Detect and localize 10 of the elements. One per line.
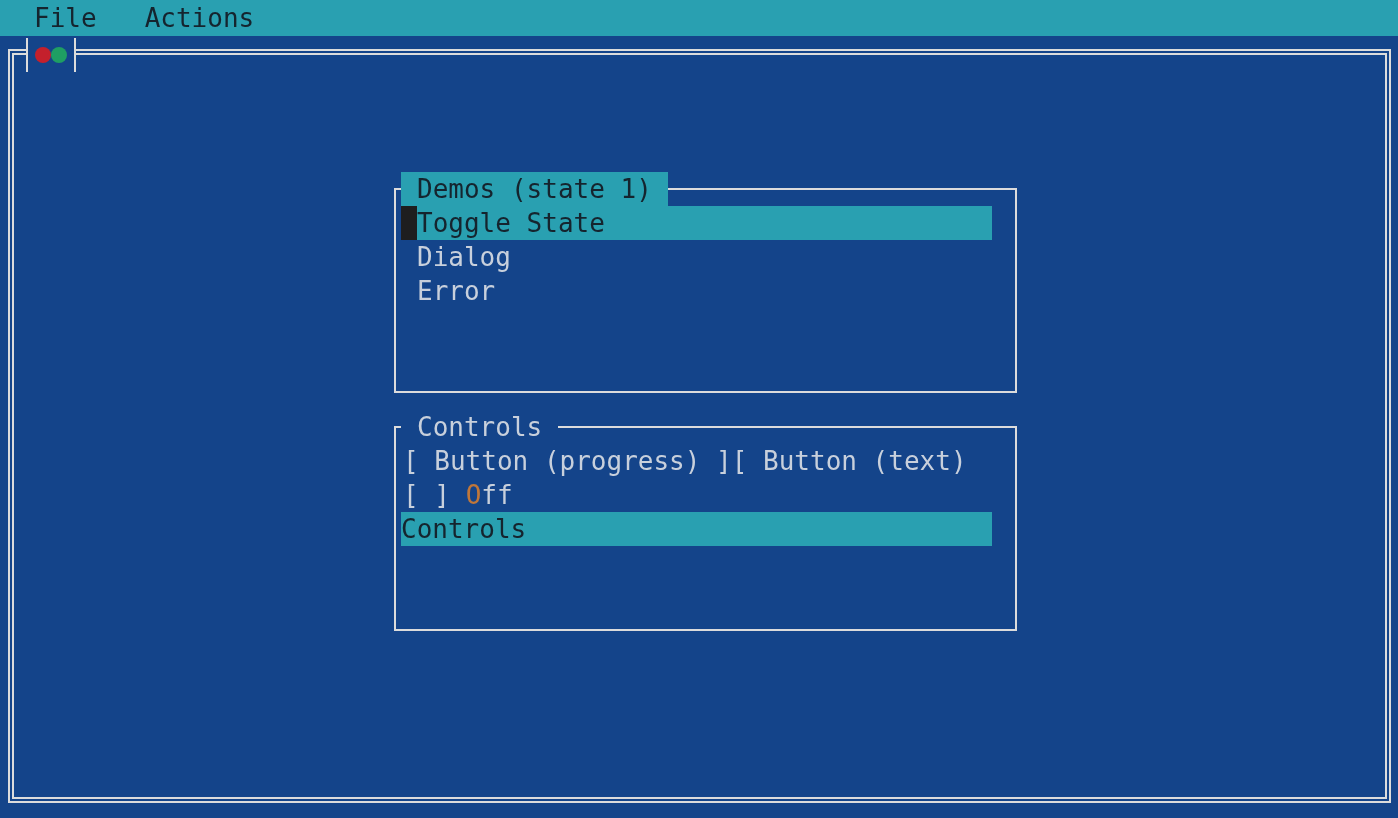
checkbox[interactable]: [ ] Off [403, 478, 513, 512]
text-button[interactable]: [ Button (progress) ] [403, 444, 732, 478]
list-item[interactable]: Toggle State [401, 206, 992, 240]
list-item[interactable]: Error [401, 274, 992, 308]
menu-item[interactable]: File [34, 1, 97, 35]
label: Controls [401, 512, 992, 546]
panel-title: Demos (state 1) [401, 172, 668, 206]
menu-item[interactable]: Actions [144, 1, 255, 35]
text-button[interactable]: [ Button (text) [731, 444, 967, 478]
list-item[interactable]: Dialog [401, 240, 992, 274]
